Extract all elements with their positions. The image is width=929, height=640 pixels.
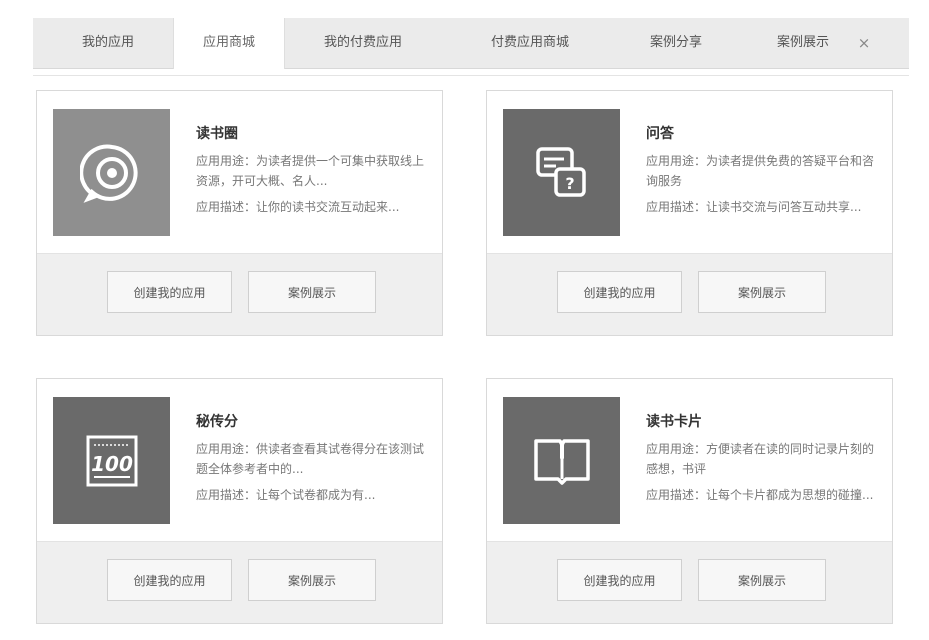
card-body: 读书圈 应用用途：为读者提供一个可集中获取线上资源，开可大概、名人... 应用描… xyxy=(37,91,442,253)
case-display-button[interactable]: 案例展示 xyxy=(248,559,376,601)
tab-paid-app-store[interactable]: 付费应用商城 xyxy=(465,18,595,68)
app-card-reading-circle: 读书圈 应用用途：为读者提供一个可集中获取线上资源，开可大概、名人... 应用描… xyxy=(36,90,443,336)
close-icon[interactable]: × xyxy=(857,18,871,68)
app-description: 应用描述：让每个试卷都成为有... xyxy=(196,488,376,502)
tab-bar: 我的应用 应用商城 我的付费应用 付费应用商城 案例分享 案例展示 × xyxy=(33,18,909,69)
card-actions: 创建我的应用 案例展示 xyxy=(487,253,892,335)
tab-my-paid-apps[interactable]: 我的付费应用 xyxy=(298,18,428,68)
card-body: 100 秘传分 应用用途：供读者查看其试卷得分在该测试题全体参考者中的... 应… xyxy=(37,379,442,541)
create-my-app-button[interactable]: 创建我的应用 xyxy=(107,271,232,313)
tab-case-display[interactable]: 案例展示 xyxy=(753,18,853,68)
open-book-icon xyxy=(503,397,620,524)
question-chat-icon: ? xyxy=(503,109,620,236)
chat-target-icon xyxy=(53,109,170,236)
app-purpose: 应用用途：为读者提供免费的答疑平台和咨询服务 xyxy=(646,154,875,188)
card-body: 读书卡片 应用用途：方便读者在读的同时记录片刻的感想，书评 应用描述：让每个卡片… xyxy=(487,379,892,541)
tab-my-apps[interactable]: 我的应用 xyxy=(53,18,163,68)
card-actions: 创建我的应用 案例展示 xyxy=(487,541,892,623)
card-body: ? 问答 应用用途：为读者提供免费的答疑平台和咨询服务 应用描述：让读书交流与问… xyxy=(487,91,892,253)
divider xyxy=(33,75,909,76)
svg-text:?: ? xyxy=(565,174,574,193)
tab-case-share[interactable]: 案例分享 xyxy=(621,18,731,68)
app-description: 应用描述：让每个卡片都成为思想的碰撞... xyxy=(646,488,874,502)
app-description: 应用描述：让读书交流与问答互动共享... xyxy=(646,200,862,214)
card-actions: 创建我的应用 案例展示 xyxy=(37,253,442,335)
case-display-button[interactable]: 案例展示 xyxy=(248,271,376,313)
svg-text:100: 100 xyxy=(91,452,133,476)
tab-app-store[interactable]: 应用商城 xyxy=(173,18,285,69)
app-title: 秘传分 xyxy=(196,414,238,430)
app-card-qa: ? 问答 应用用途：为读者提供免费的答疑平台和咨询服务 应用描述：让读书交流与问… xyxy=(486,90,893,336)
case-display-button[interactable]: 案例展示 xyxy=(698,559,826,601)
app-title: 读书卡片 xyxy=(646,414,702,430)
app-purpose: 应用用途：方便读者在读的同时记录片刻的感想，书评 xyxy=(646,442,875,476)
create-my-app-button[interactable]: 创建我的应用 xyxy=(107,559,232,601)
app-purpose: 应用用途：供读者查看其试卷得分在该测试题全体参考者中的... xyxy=(196,442,425,476)
app-title: 问答 xyxy=(646,126,674,142)
app-description: 应用描述：让你的读书交流互动起来... xyxy=(196,200,400,214)
card-actions: 创建我的应用 案例展示 xyxy=(37,541,442,623)
app-card-reading-card: 读书卡片 应用用途：方便读者在读的同时记录片刻的感想，书评 应用描述：让每个卡片… xyxy=(486,378,893,624)
case-display-button[interactable]: 案例展示 xyxy=(698,271,826,313)
app-purpose: 应用用途：为读者提供一个可集中获取线上资源，开可大概、名人... xyxy=(196,154,425,188)
score-100-icon: 100 xyxy=(53,397,170,524)
create-my-app-button[interactable]: 创建我的应用 xyxy=(557,559,682,601)
app-title: 读书圈 xyxy=(196,126,238,142)
app-card-score: 100 秘传分 应用用途：供读者查看其试卷得分在该测试题全体参考者中的... 应… xyxy=(36,378,443,624)
create-my-app-button[interactable]: 创建我的应用 xyxy=(557,271,682,313)
